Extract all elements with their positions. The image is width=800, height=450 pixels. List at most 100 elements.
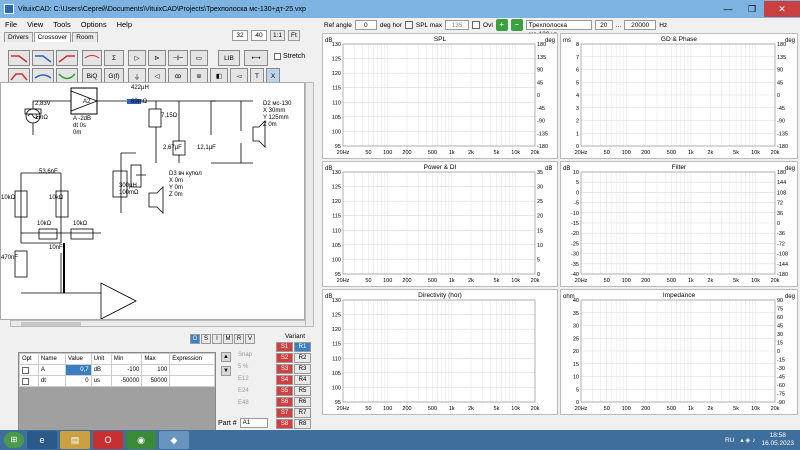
gd-phase-chart[interactable]: GD & Phase ms deg 8 7 6 5 4 3 2 1 0 180 135 90 45 0 -45 -9… [560, 33, 798, 159]
capacitor-c3-label[interactable]: 53,6nF [39, 169, 58, 176]
buffer-icon[interactable]: ▷ [128, 50, 146, 66]
snap-option-e24[interactable]: E24 [238, 388, 268, 400]
snap-option-e48[interactable]: E48 [238, 400, 268, 412]
freq-to-field[interactable]: 20000 [624, 20, 657, 30]
param-max[interactable]: 100 [141, 364, 171, 376]
variant-s4-button[interactable]: S4 [276, 375, 293, 385]
driver-select[interactable]: Трехполоска мс-130+д [525, 20, 592, 38]
directivity-chart[interactable]: Directivity (hor) dB 130 125 120 115 110 105 100… [322, 289, 558, 415]
schematic-hscroll[interactable] [10, 320, 306, 327]
menu-view[interactable]: View [22, 20, 48, 29]
resistor-r4-label[interactable]: 10kΩ [49, 195, 63, 202]
variant-r1-button[interactable]: R1 [294, 342, 311, 352]
amp-label[interactable]: A2 [83, 99, 90, 106]
param-expression[interactable] [169, 364, 215, 376]
spl-max-field[interactable]: 135 [445, 20, 470, 30]
variant-r5-button[interactable]: R5 [294, 386, 311, 396]
obj-s-button[interactable]: S [201, 334, 211, 344]
opera-icon[interactable]: O [93, 431, 123, 449]
highpass-red-icon[interactable] [56, 50, 78, 66]
menu-help[interactable]: Help [112, 20, 137, 29]
variant-r2-button[interactable]: R2 [294, 353, 311, 363]
resistor-r1-label[interactable]: 7,15Ω [161, 113, 177, 120]
stretch-checkbox[interactable] [274, 53, 281, 60]
snap-option-e12[interactable]: E12 [238, 376, 268, 388]
opt-checkbox[interactable] [22, 366, 29, 374]
obj-m-button[interactable]: M [223, 334, 233, 344]
spl-max-checkbox[interactable] [404, 21, 413, 29]
opamp-icon[interactable]: ⊳ [148, 50, 166, 66]
close-button[interactable]: ✕ [764, 1, 800, 17]
variant-s2-button[interactable]: S2 [276, 353, 293, 363]
zoom-1-1-button[interactable]: 1:1 [270, 30, 286, 41]
move-up-icon[interactable]: ▲ [221, 352, 231, 362]
hscroll-thumb[interactable] [21, 322, 81, 326]
resistor-icon[interactable]: ▭ [190, 50, 208, 66]
variant-s3-button[interactable]: S3 [276, 364, 293, 374]
eq-red-icon[interactable] [82, 50, 102, 66]
variant-r6-button[interactable]: R6 [294, 397, 311, 407]
sum-icon[interactable]: Σ [104, 50, 124, 66]
part-field[interactable]: A1 [239, 418, 268, 428]
tab-room[interactable]: Room [72, 32, 98, 42]
generator-label[interactable]: 2,83V 1mΩ [35, 101, 51, 122]
stretch-option[interactable]: Stretch [274, 53, 305, 60]
vituixcad-icon[interactable]: ◆ [159, 431, 189, 449]
menu-options[interactable]: Options [76, 20, 112, 29]
ref-angle-field[interactable]: 0 [354, 20, 377, 30]
amp-params-label[interactable]: A -2dB dt 0s 0m [73, 116, 91, 137]
driver-d3-label[interactable]: D3 вч купол X 0m Y 0m Z 0m [169, 171, 202, 199]
remove-icon[interactable]: − [510, 19, 523, 31]
library-button[interactable]: LIB [218, 50, 240, 66]
obj-i-button[interactable]: I [212, 334, 222, 344]
capacitor-c5-label[interactable]: 10nF [49, 245, 63, 252]
variant-s1-button[interactable]: S1 [276, 342, 293, 352]
variant-s7-button[interactable]: S7 [276, 408, 293, 418]
obj-r-button[interactable]: R [234, 334, 244, 344]
minimize-button[interactable]: — [716, 1, 740, 17]
explorer-icon[interactable]: ▤ [60, 431, 90, 449]
lowpass-blue-icon[interactable] [32, 50, 54, 66]
tab-crossover[interactable]: Crossover [33, 32, 72, 42]
ie-icon[interactable]: e [27, 431, 57, 449]
capacitor-c2-label[interactable]: 12,1µF [197, 145, 216, 152]
clock[interactable]: 18:58 16.05.2023 [761, 432, 794, 448]
freq-from-field[interactable]: 20 [594, 20, 613, 30]
variant-s8-button[interactable]: S8 [276, 419, 293, 429]
start-button-icon[interactable]: ⊞ [4, 432, 24, 448]
schematic-canvas[interactable]: 2,83V 1mΩ A2 A -2dB dt 0s 0m 422µH 69mΩ … [0, 82, 305, 320]
menu-file[interactable]: File [0, 20, 22, 29]
grid-field-1[interactable]: 32 [232, 30, 248, 41]
variant-r3-button[interactable]: R3 [294, 364, 311, 374]
spl-chart[interactable]: SPL dB deg 130 125 120 115 110 105 100 95 180 135 90 4… [322, 33, 558, 159]
capacitor-c1-label[interactable]: 2,67µF [163, 145, 182, 152]
add-icon[interactable]: + [495, 19, 508, 31]
param-max[interactable]: 50000 [141, 375, 171, 387]
ovl-checkbox[interactable] [472, 21, 481, 29]
table-row[interactable]: A 0,7 dB -100 100 [19, 364, 215, 376]
obj-v-button[interactable]: V [245, 334, 255, 344]
resistor-r3-label[interactable]: 10kΩ [1, 195, 15, 202]
power-di-chart[interactable]: Power & DI dB dB 130 125 120 115 110 105 100 95 35 3… [322, 161, 558, 287]
filter-chart[interactable]: Filter dB deg 10 5 0 -5 -10 -15 -20 -25 -30 -35 -40 18… [560, 161, 798, 287]
capacitor-c4-label[interactable]: 470nF [1, 255, 18, 262]
inductor-l2-label[interactable]: 300µH 100mΩ [119, 183, 139, 197]
capacitor-icon[interactable]: ⊣⊢ [168, 50, 188, 66]
variant-s5-button[interactable]: S5 [276, 386, 293, 396]
variant-r8-button[interactable]: R8 [294, 419, 311, 429]
fit-button[interactable]: Ft [288, 30, 300, 41]
param-min[interactable]: -50000 [110, 375, 143, 387]
variant-r4-button[interactable]: R4 [294, 375, 311, 385]
lowpass-red-icon[interactable] [8, 50, 30, 66]
opt-checkbox[interactable] [22, 377, 29, 385]
grid-field-2[interactable]: 40 [251, 30, 267, 41]
impedance-chart[interactable]: Impedance ohm deg 40 35 30 25 20 15 10 5 0 90 75 60 45 3… [560, 289, 798, 415]
tab-drivers[interactable]: Drivers [4, 32, 33, 42]
resistor-r5-label[interactable]: 10kΩ [37, 221, 51, 228]
maximize-button[interactable]: ❐ [740, 1, 764, 17]
snap-option-5[interactable]: 5 % [238, 364, 268, 376]
param-min[interactable]: -100 [110, 364, 143, 376]
schematic-vscroll[interactable] [305, 82, 314, 327]
variant-r7-button[interactable]: R7 [294, 408, 311, 418]
chrome-icon[interactable]: ◉ [126, 431, 156, 449]
